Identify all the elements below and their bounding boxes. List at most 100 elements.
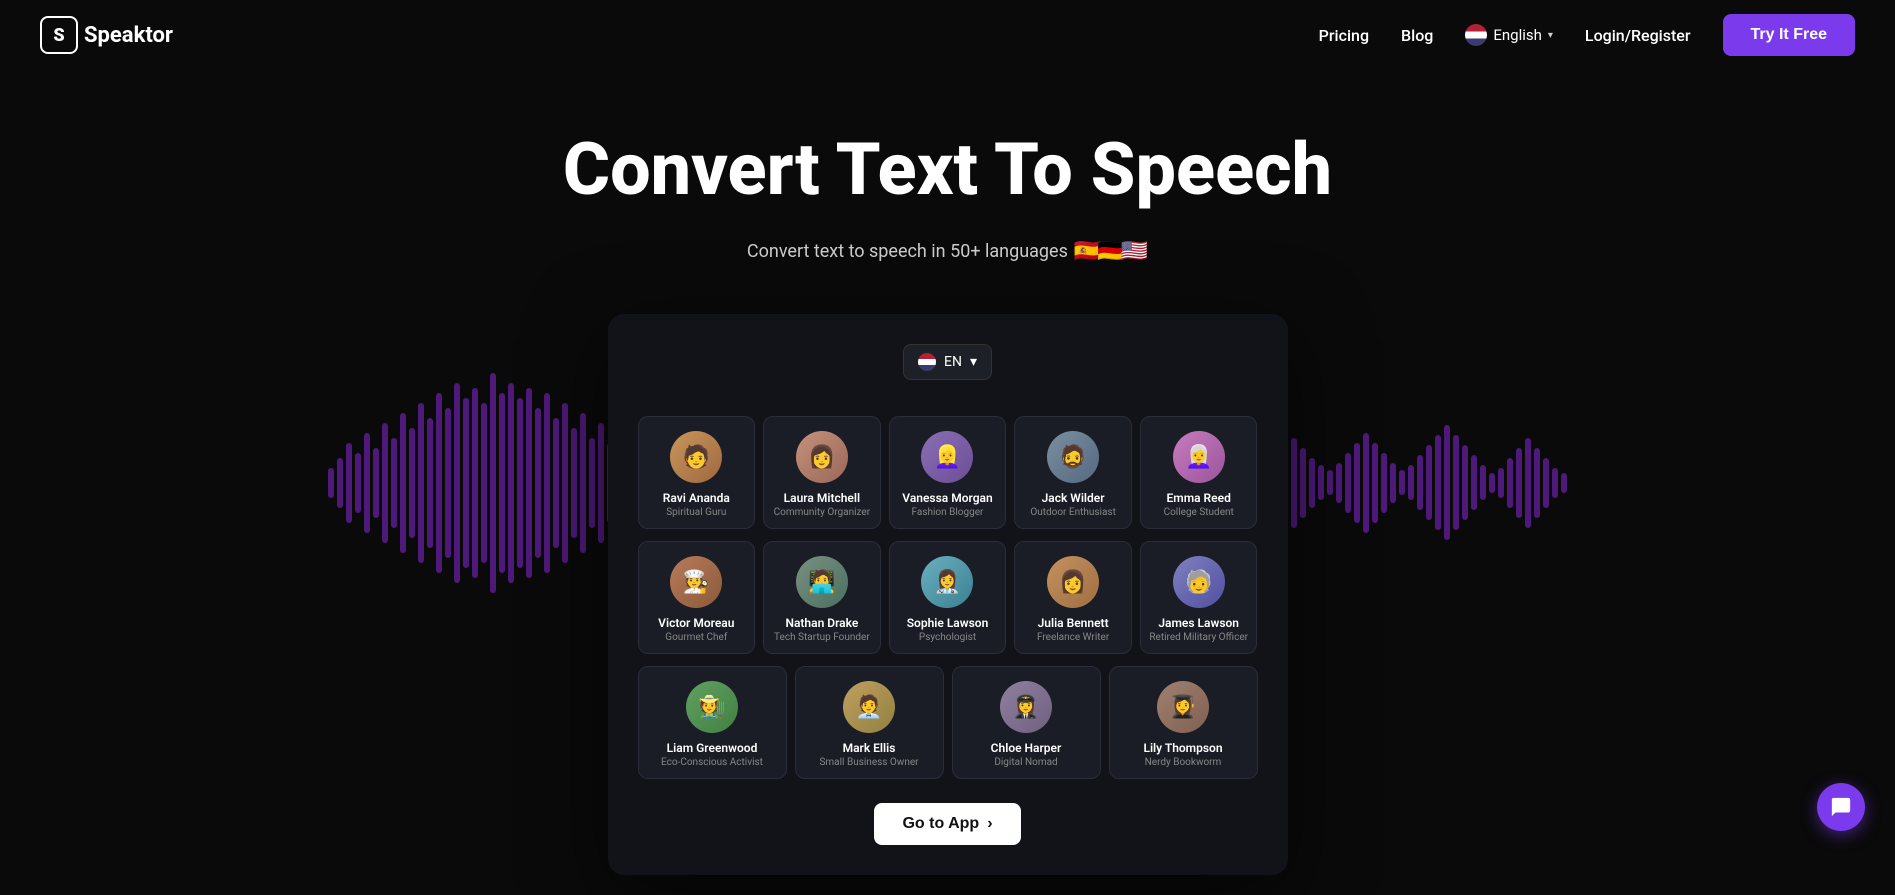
voice-name: Laura Mitchell (772, 491, 872, 505)
card-language-dropdown[interactable]: EN ▾ (903, 344, 992, 380)
voice-card[interactable]: 👩‍🎓Lily ThompsonNerdy Bookworm (1109, 666, 1258, 779)
waveform-bar (409, 428, 415, 538)
nav-right: Pricing Blog English ▾ Login/Register Tr… (1319, 14, 1855, 56)
voice-role: Small Business Owner (804, 757, 935, 768)
waveform-bar (481, 403, 487, 563)
waveform-bar (589, 438, 595, 528)
waveform-bar (544, 393, 550, 573)
voice-card[interactable]: 🧑‍💼Mark EllisSmall Business Owner (795, 666, 944, 779)
voice-name: Liam Greenwood (647, 741, 778, 755)
waveform-bar (1498, 468, 1504, 498)
voice-avatar: 👩‍🎓 (1157, 681, 1209, 733)
language-label: English (1493, 26, 1542, 44)
waveform-bar (1426, 445, 1432, 520)
voice-name: James Lawson (1149, 616, 1249, 630)
waveform-bar (1390, 463, 1396, 503)
voice-name: Victor Moreau (647, 616, 747, 630)
voice-avatar: 👩 (796, 431, 848, 483)
voice-name: Emma Reed (1149, 491, 1249, 505)
voice-role: Psychologist (898, 632, 998, 643)
waveform-bar (1408, 465, 1414, 500)
waveform-bar (1417, 455, 1423, 510)
voice-grid-row2: 🧑‍🍳 Victor Moreau Gourmet Chef 🧑‍💻 Nathan Dr… (638, 541, 1258, 654)
waveform-bar (382, 423, 388, 543)
voice-role: Digital Nomad (961, 757, 1092, 768)
voice-role: Gourmet Chef (647, 632, 747, 643)
voice-role: Tech Startup Founder (772, 632, 872, 643)
voice-card[interactable]: 🧑 Ravi Ananda Spiritual Guru (638, 416, 756, 529)
card-language-label: EN (944, 354, 962, 370)
login-register-link[interactable]: Login/Register (1585, 26, 1691, 45)
waveform-bar (1561, 473, 1567, 493)
voice-card[interactable]: 🧓 James Lawson Retired Military Officer (1140, 541, 1258, 654)
waveform-bar (490, 373, 496, 593)
waveform-bar (1381, 453, 1387, 513)
waveform-bar (472, 388, 478, 578)
waveform-bar (1336, 463, 1342, 503)
card-flag-icon (918, 353, 936, 371)
waveform-bar (1444, 425, 1450, 540)
voice-avatar: 🧑 (670, 431, 722, 483)
waveform-bar (1507, 458, 1513, 508)
waveform-bar (1525, 438, 1531, 528)
waveform-bar (1534, 448, 1540, 518)
voice-card[interactable]: 👩 Laura Mitchell Community Organizer (763, 416, 881, 529)
goto-app-button[interactable]: Go to App › (874, 803, 1020, 845)
chat-support-button[interactable] (1817, 783, 1865, 831)
voice-avatar: 🧑‍🍳 (670, 556, 722, 608)
voice-role: Community Organizer (772, 507, 872, 518)
voice-role: Outdoor Enthusiast (1023, 507, 1123, 518)
voice-role: Freelance Writer (1023, 632, 1123, 643)
voice-role: Retired Military Officer (1149, 632, 1249, 643)
voice-card[interactable]: 👩Julia BennettFreelance Writer (1014, 541, 1132, 654)
waveform-bar (562, 403, 568, 563)
voice-card[interactable]: 👩‍🦳Emma ReedCollege Student (1140, 416, 1258, 529)
voice-name: Chloe Harper (961, 741, 1092, 755)
waveform-bar (517, 398, 523, 568)
waveform-bar (1552, 468, 1558, 498)
waveform-bar (355, 453, 361, 513)
pricing-link[interactable]: Pricing (1319, 26, 1369, 45)
waveform-bar (418, 403, 424, 563)
voice-card[interactable]: 🧔Jack WilderOutdoor Enthusiast (1014, 416, 1132, 529)
voice-card[interactable]: 👱‍♀️Vanessa MorganFashion Blogger (889, 416, 1007, 529)
voice-card[interactable]: 🧑‍🍳 Victor Moreau Gourmet Chef (638, 541, 756, 654)
voice-name: Sophie Lawson (898, 616, 998, 630)
waveform-bar (1453, 435, 1459, 530)
voice-name: Nathan Drake (772, 616, 872, 630)
voice-card[interactable]: 👩‍⚕️ Sophie Lawson Psychologist (889, 541, 1007, 654)
voice-card[interactable]: 👩‍✈️Chloe HarperDigital Nomad (952, 666, 1101, 779)
voice-avatar: 🧔 (1047, 431, 1099, 483)
voice-role: Fashion Blogger (898, 507, 998, 518)
waveform-bar (400, 413, 406, 553)
voice-card[interactable]: 🧑‍💻 Nathan Drake Tech Startup Founder (763, 541, 881, 654)
voice-role: Spiritual Guru (647, 507, 747, 518)
waveform-bar (364, 433, 370, 533)
waveform-bar (1435, 435, 1441, 530)
us-flag-icon (1465, 24, 1487, 46)
voice-name: Ravi Ananda (647, 491, 747, 505)
chat-icon (1830, 796, 1852, 818)
voice-role: Nerdy Bookworm (1118, 757, 1249, 768)
blog-link[interactable]: Blog (1401, 26, 1433, 45)
navbar: S Speaktor Pricing Blog English ▾ Login/… (0, 0, 1895, 70)
language-selector[interactable]: English ▾ (1465, 24, 1553, 46)
hero-subtitle: Convert text to speech in 50+ languages … (20, 239, 1875, 264)
chevron-down-icon: ▾ (1548, 30, 1553, 41)
arrow-right-icon: › (987, 815, 992, 833)
waveform-bar (328, 468, 334, 498)
voice-name: Mark Ellis (804, 741, 935, 755)
waveform-bar (1543, 458, 1549, 508)
voice-avatar: 👩 (1047, 556, 1099, 608)
voice-grid-row3: 🧑‍🌾Liam GreenwoodEco-Conscious Activist🧑… (638, 666, 1258, 779)
logo[interactable]: S Speaktor (40, 16, 173, 54)
waveform-bar (1354, 443, 1360, 523)
waveform-bar (1300, 448, 1306, 518)
voice-role: Eco-Conscious Activist (647, 757, 778, 768)
waveform-bar (499, 393, 505, 573)
voice-avatar: 🧑‍💻 (796, 556, 848, 608)
voice-avatar: 🧓 (1173, 556, 1225, 608)
try-free-button[interactable]: Try It Free (1723, 14, 1855, 56)
voice-card[interactable]: 🧑‍🌾Liam GreenwoodEco-Conscious Activist (638, 666, 787, 779)
voice-avatar: 👩‍⚕️ (921, 556, 973, 608)
